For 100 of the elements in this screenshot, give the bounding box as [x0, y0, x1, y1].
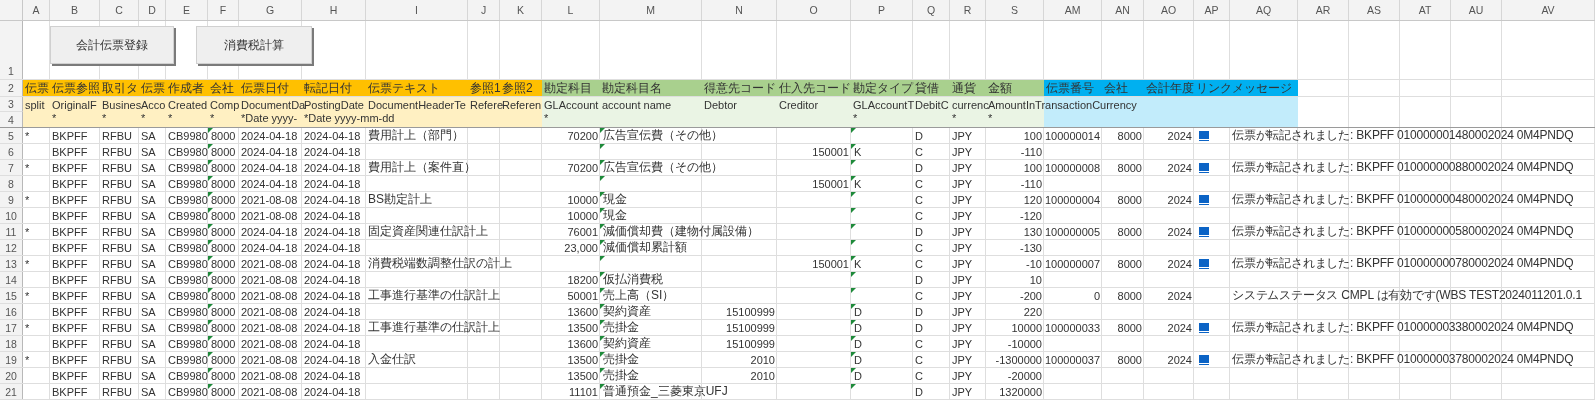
row-header[interactable]: 19 [0, 352, 23, 367]
column-header[interactable]: H [302, 0, 366, 20]
action-button[interactable]: 会計伝票登録 [50, 26, 174, 64]
cell-text: JPY [952, 193, 973, 206]
row-header[interactable]: 21 [0, 384, 23, 399]
column-header[interactable]: AM [1044, 0, 1102, 20]
column-header[interactable]: AR [1298, 0, 1349, 20]
column-header[interactable]: L [542, 0, 600, 20]
input-hint: * [988, 112, 993, 124]
row-header[interactable]: 9 [0, 192, 23, 207]
cell-text: 10000 [567, 209, 598, 222]
column-header[interactable]: AV [1502, 0, 1595, 20]
cell-text: 0 [1093, 289, 1100, 302]
cell-text: CB9980 [168, 209, 208, 222]
error-indicator-icon [851, 224, 856, 229]
column-header[interactable]: K [500, 0, 542, 20]
error-indicator-icon [600, 368, 605, 373]
row-header[interactable]: 13 [0, 256, 23, 271]
cell-text: 2024-04-18 [304, 337, 361, 350]
error-indicator-icon [851, 176, 856, 181]
error-indicator-icon [208, 288, 213, 293]
column-header[interactable]: AS [1349, 0, 1400, 20]
column-header[interactable]: N [702, 0, 777, 20]
cell-text: 普通預金_三菱東京UFJ [603, 383, 728, 400]
cell-text: JPY [952, 225, 973, 238]
cell-text: 23,000 [564, 241, 598, 254]
row-header[interactable]: 11 [0, 224, 23, 239]
column-header[interactable]: B [50, 0, 100, 20]
row-header[interactable]: 18 [0, 336, 23, 351]
column-header[interactable]: S [986, 0, 1044, 20]
cell-text: 8000 [211, 337, 236, 350]
cell-text: 10 [1029, 273, 1042, 286]
cell-text: 100000037 [1044, 353, 1100, 366]
cell-text: 費用計上（部門） [368, 127, 464, 144]
column-header[interactable]: C [100, 0, 139, 20]
column-header[interactable]: A [23, 0, 50, 20]
column-title: 勘定科目名 [602, 79, 662, 97]
column-header[interactable]: AP [1194, 0, 1230, 20]
cell-text: 50001 [567, 289, 598, 302]
column-header[interactable]: AU [1451, 0, 1502, 20]
column-header[interactable]: M [600, 0, 702, 20]
column-title: 勘定タイプ [853, 79, 913, 97]
column-header[interactable]: R [950, 0, 986, 20]
cell-text: D [915, 273, 923, 286]
column-header[interactable]: AT [1400, 0, 1451, 20]
row-header[interactable]: 10 [0, 208, 23, 223]
cell-text: 2021-08-08 [241, 353, 298, 366]
column-header[interactable]: F [208, 0, 239, 20]
column-header[interactable]: Q [913, 0, 950, 20]
cell-text: 13600 [567, 305, 598, 318]
cell-text: BKPFF [52, 209, 88, 222]
cell-text: 13500 [567, 369, 598, 382]
column-header[interactable]: J [468, 0, 500, 20]
cell-text: 8000 [211, 145, 236, 158]
column-header[interactable]: E [166, 0, 208, 20]
cell-text: 伝票が転記されました: BKPFF 010000003380002024 0M4PNDQ [1232, 319, 1574, 336]
row-header[interactable]: 7 [0, 160, 23, 175]
cell-text: -1300000 [995, 353, 1042, 366]
column-header[interactable]: P [851, 0, 913, 20]
row-header[interactable]: 20 [0, 368, 23, 383]
row-header[interactable]: 8 [0, 176, 23, 191]
cell-text: JPY [952, 161, 973, 174]
error-indicator-icon [600, 384, 605, 389]
row-header[interactable]: 12 [0, 240, 23, 255]
cell-text: 13600 [567, 337, 598, 350]
column-header[interactable]: AQ [1230, 0, 1298, 20]
row-header[interactable]: 3 [0, 97, 23, 112]
row-header[interactable]: 14 [0, 272, 23, 287]
action-button[interactable]: 消費税計算 [196, 26, 312, 64]
column-header[interactable]: O [777, 0, 851, 20]
cell-text: 2024 [1167, 193, 1192, 206]
error-indicator-icon [851, 192, 856, 197]
error-indicator-icon [600, 272, 605, 277]
column-header[interactable]: I [366, 0, 468, 20]
cell-text: 契約資産 [603, 303, 651, 320]
field-name: GLAccountT [853, 98, 915, 111]
row-header[interactable]: 5 [0, 128, 23, 143]
row-header[interactable]: 4 [0, 112, 23, 127]
row-header[interactable]: 15 [0, 288, 23, 303]
cell-text: BKPFF [52, 385, 88, 398]
cell-text: SA [141, 193, 156, 206]
cell-text: CB9980 [168, 177, 208, 190]
row-header[interactable]: 2 [0, 80, 23, 96]
row-header[interactable]: 16 [0, 304, 23, 319]
column-header[interactable]: AN [1102, 0, 1144, 20]
cell-text: JPY [952, 177, 973, 190]
column-header[interactable]: D [139, 0, 166, 20]
row-header[interactable]: 1 [0, 21, 23, 79]
cell-text: C [915, 193, 923, 206]
row-header[interactable]: 6 [0, 144, 23, 159]
cell-text: 2024 [1167, 225, 1192, 238]
column-header[interactable]: AO [1144, 0, 1194, 20]
cell-text: BKPFF [52, 337, 88, 350]
column-header[interactable]: G [239, 0, 302, 20]
column-title: 金額 [988, 79, 1012, 97]
cell-text: CB9980 [168, 161, 208, 174]
cell-text: K [854, 145, 862, 158]
field-name: Comp [210, 98, 240, 111]
cell-text: CB9980 [168, 289, 208, 302]
row-header[interactable]: 17 [0, 320, 23, 335]
